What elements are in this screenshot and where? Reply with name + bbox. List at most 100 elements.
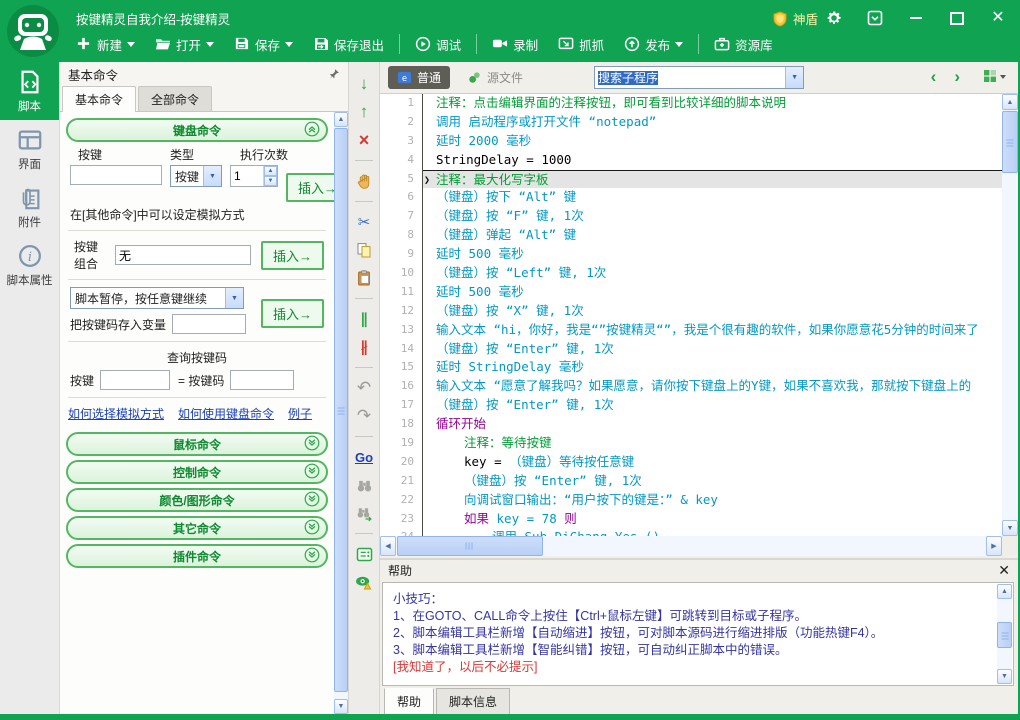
goto-icon[interactable]: Go xyxy=(353,446,375,468)
layout-grid-button[interactable] xyxy=(983,69,1006,83)
scroll-down-icon[interactable]: ▼ xyxy=(997,669,1012,684)
tab-help[interactable]: 帮助 xyxy=(384,688,434,715)
code-editor[interactable]: 1注释：点击编辑界面的注释按钮，即可看到比较详细的脚本说明2调用 启动程序或打开… xyxy=(380,94,1002,536)
toolbar-button-record[interactable]: 录制 xyxy=(482,35,548,54)
editor-vertical-scrollbar[interactable]: ▲ ▼ xyxy=(1002,94,1018,536)
close-button[interactable]: ✕ xyxy=(990,10,1006,26)
toolbar-button-library[interactable]: 资源库 xyxy=(704,35,783,54)
help-close-icon[interactable]: ✕ xyxy=(998,562,1010,579)
count-down-icon[interactable]: ▼ xyxy=(264,176,277,186)
code-line-6[interactable]: 6（键盘）按下 “Alt” 键 xyxy=(380,188,1002,207)
window-menu-button[interactable] xyxy=(867,10,883,26)
code-line-11[interactable]: 11延时 500 毫秒 xyxy=(380,283,1002,302)
code-line-7[interactable]: 7（键盘）按 “F” 键, 1次 xyxy=(380,207,1002,226)
scroll-down-icon[interactable]: ▼ xyxy=(334,699,348,714)
sidebar-item-script[interactable]: 脚本 xyxy=(0,62,59,120)
sidebar-item-ui[interactable]: 界面 xyxy=(0,120,59,178)
tab-basic-commands[interactable]: 基本命令 xyxy=(62,86,136,112)
copy-icon[interactable] xyxy=(353,239,375,261)
code-line-9[interactable]: 9延时 500 毫秒 xyxy=(380,245,1002,264)
scroll-up-icon[interactable]: ▲ xyxy=(334,112,348,127)
toolbar-button-save[interactable]: 保存 xyxy=(224,35,303,54)
tab-all-commands[interactable]: 全部命令 xyxy=(138,86,212,111)
code-line-20[interactable]: 20key = （键盘）等待按任意键 xyxy=(380,453,1002,472)
form-editor-icon[interactable] xyxy=(353,543,375,565)
scroll-up-icon[interactable]: ▲ xyxy=(1002,94,1018,110)
code-line-10[interactable]: 10（键盘）按 “Left” 键, 1次 xyxy=(380,264,1002,283)
sidebar-item-attachment[interactable]: 附件 xyxy=(0,178,59,236)
code-line-2[interactable]: 2调用 启动程序或打开文件 “notepad” xyxy=(380,113,1002,132)
mode-tab-source[interactable]: 源文件 xyxy=(458,66,532,89)
sidebar-item-script-properties[interactable]: i脚本属性 xyxy=(0,236,59,294)
code-line-17[interactable]: 17（键盘）按 “Enter” 键, 1次 xyxy=(380,396,1002,415)
panel-scrollbar[interactable]: ▲ ▼ xyxy=(334,112,348,714)
comment-icon[interactable]: ∥ xyxy=(353,308,375,330)
pin-icon[interactable] xyxy=(328,68,340,80)
maximize-button[interactable] xyxy=(949,10,965,26)
minimize-button[interactable] xyxy=(908,10,924,26)
search-subroutine-combo[interactable]: 搜索子程序 ▼ xyxy=(594,66,804,89)
toolbar-button-open[interactable]: 打开 xyxy=(145,35,224,54)
keyboard-help-link-0[interactable]: 如何选择模拟方式 xyxy=(68,405,164,422)
command-section-collapsed-0[interactable]: 鼠标命令 xyxy=(66,432,328,456)
code-line-24[interactable]: 24调用 Sub_DiChang_Yes_() xyxy=(380,528,1002,536)
toolbar-button-save-exit[interactable]: 保存退出 xyxy=(303,35,394,54)
key-type-select[interactable]: 按键 ▼ xyxy=(170,165,222,187)
code-line-21[interactable]: 21（键盘）按 “Enter” 键, 1次 xyxy=(380,472,1002,491)
app-logo-icon[interactable] xyxy=(5,3,61,59)
uncomment-icon[interactable]: ∦ xyxy=(353,336,375,358)
undo-icon[interactable]: ↶ xyxy=(353,377,375,399)
count-input[interactable] xyxy=(231,166,263,186)
toolbar-button-debug[interactable]: 调试 xyxy=(405,35,471,54)
pause-mode-select[interactable]: 脚本暂停，按任意键继续 ▼ xyxy=(70,287,244,309)
drag-hand-icon[interactable] xyxy=(353,170,375,192)
scroll-down-icon[interactable]: ▼ xyxy=(1002,520,1018,536)
code-line-1[interactable]: 1注释：点击编辑界面的注释按钮，即可看到比较详细的脚本说明 xyxy=(380,94,1002,113)
scroll-right-icon[interactable]: ▶ xyxy=(986,536,1002,556)
prev-subroutine-button[interactable]: ‹ xyxy=(931,67,937,87)
code-line-15[interactable]: 15延时 StringDelay 毫秒 xyxy=(380,358,1002,377)
query-key-input[interactable] xyxy=(100,370,170,390)
section-keyboard-commands[interactable]: 键盘命令 xyxy=(66,118,328,142)
scroll-up-icon[interactable]: ▲ xyxy=(997,584,1012,599)
scroll-left-icon[interactable]: ◀ xyxy=(380,536,396,556)
toolbar-button-publish[interactable]: 发布 xyxy=(614,35,693,54)
mode-tab-normal[interactable]: e 普通 xyxy=(388,66,450,89)
code-line-5[interactable]: 5注释：最大化写字板❯ xyxy=(380,170,1002,189)
help-scrollbar[interactable]: ▲ ▼ xyxy=(997,584,1012,684)
insert-combo-button[interactable]: 插入→ xyxy=(261,241,324,270)
command-section-collapsed-2[interactable]: 颜色/图形命令 xyxy=(66,488,328,512)
query-code-input[interactable] xyxy=(230,370,294,390)
command-section-collapsed-4[interactable]: 插件命令 xyxy=(66,544,328,568)
move-line-down-icon[interactable]: ↓ xyxy=(353,73,375,95)
toolbar-button-capture[interactable]: 抓抓 xyxy=(548,35,614,54)
redo-icon[interactable]: ↷ xyxy=(353,405,375,427)
cut-icon[interactable]: ✂ xyxy=(353,211,375,233)
code-line-4[interactable]: 4StringDelay = 1000 xyxy=(380,151,1002,170)
insert-pause-button[interactable]: 插入→ xyxy=(261,299,324,328)
code-line-19[interactable]: 19注释：等待按键 xyxy=(380,434,1002,453)
toolbar-button-new[interactable]: 新建 xyxy=(66,35,145,54)
keyboard-help-link-2[interactable]: 例子 xyxy=(288,405,312,422)
move-line-up-icon[interactable]: ↑ xyxy=(353,101,375,123)
code-line-8[interactable]: 8（键盘）弹起 “Alt” 键 xyxy=(380,226,1002,245)
shield-button[interactable]: 神盾 xyxy=(772,9,818,28)
key-combo-input[interactable] xyxy=(115,245,251,265)
dismiss-tips-link[interactable]: [我知道了，以后不必提示] xyxy=(393,659,993,676)
store-variable-input[interactable] xyxy=(172,314,246,334)
code-line-16[interactable]: 16输入文本 “愿意了解我吗？如果愿意，请你按下键盘上的Y键，如果不喜欢我，那就… xyxy=(380,377,1002,396)
keyboard-help-link-1[interactable]: 如何使用键盘命令 xyxy=(178,405,274,422)
code-line-22[interactable]: 22向调试窗口输出：“用户按下的键是：” & key xyxy=(380,491,1002,510)
key-input[interactable] xyxy=(70,165,162,185)
find-icon[interactable] xyxy=(353,474,375,496)
find-next-icon[interactable] xyxy=(353,502,375,524)
command-section-collapsed-1[interactable]: 控制命令 xyxy=(66,460,328,484)
code-line-14[interactable]: 14（键盘）按 “Enter” 键, 1次 xyxy=(380,340,1002,359)
code-line-3[interactable]: 3延时 2000 毫秒 xyxy=(380,132,1002,151)
command-section-collapsed-3[interactable]: 其它命令 xyxy=(66,516,328,540)
paste-icon[interactable] xyxy=(353,267,375,289)
code-line-13[interactable]: 13输入文本 “hi，你好，我是“”按键精灵“”，我是个很有趣的软件，如果你愿意… xyxy=(380,321,1002,340)
repeat-count-stepper[interactable]: ▲▼ xyxy=(230,165,278,187)
delete-line-icon[interactable]: × xyxy=(353,129,375,151)
syntax-check-icon[interactable] xyxy=(353,571,375,593)
